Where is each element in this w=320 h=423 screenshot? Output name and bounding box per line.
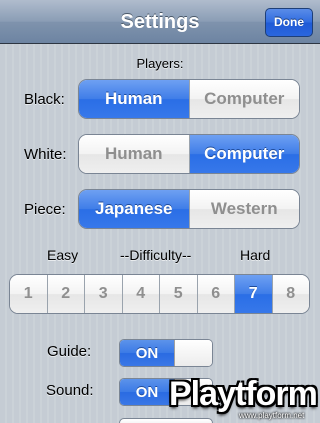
white-computer-option[interactable]: Computer — [189, 135, 299, 173]
black-human-option[interactable]: Human — [79, 80, 190, 118]
difficulty-easy-label: Easy — [47, 247, 79, 263]
difficulty-level-1[interactable]: 1 — [10, 275, 48, 313]
difficulty-level-2[interactable]: 2 — [47, 275, 85, 313]
difficulty-title-label: --Difficulty-- — [120, 247, 192, 263]
watermark-logo: Playtform www.playtform.net — [163, 375, 320, 423]
guide-toggle-state: ON — [120, 340, 174, 366]
black-player-segmented-control: Human Computer — [78, 79, 300, 119]
piece-japanese-option[interactable]: Japanese — [79, 190, 190, 228]
black-label: Black: — [24, 91, 65, 108]
players-section-label: Players: — [136, 56, 184, 71]
difficulty-level-8[interactable]: 8 — [272, 275, 309, 313]
piece-label: Piece: — [24, 201, 66, 218]
difficulty-hard-label: Hard — [240, 247, 271, 263]
white-player-segmented-control: Human Computer — [78, 134, 300, 174]
piece-segmented-control: Japanese Western — [78, 189, 300, 229]
white-label: White: — [24, 146, 67, 163]
navigation-bar: Settings Done — [0, 0, 320, 44]
done-button[interactable]: Done — [265, 8, 313, 37]
piece-western-option[interactable]: Western — [189, 190, 299, 228]
difficulty-level-6[interactable]: 6 — [197, 275, 235, 313]
difficulty-level-7[interactable]: 7 — [235, 275, 273, 313]
watermark-url: www.playtform.net — [239, 411, 305, 420]
guide-toggle[interactable]: ON — [119, 339, 213, 367]
difficulty-level-3[interactable]: 3 — [85, 275, 123, 313]
white-human-option[interactable]: Human — [79, 135, 190, 173]
difficulty-level-4[interactable]: 4 — [122, 275, 160, 313]
difficulty-level-5[interactable]: 5 — [160, 275, 198, 313]
black-computer-option[interactable]: Computer — [189, 80, 299, 118]
difficulty-segmented-control: 1 2 3 4 5 6 7 8 — [9, 274, 310, 314]
watermark-brand: Playtform — [169, 375, 318, 413]
guide-label: Guide: — [47, 343, 92, 360]
guide-toggle-knob — [174, 340, 212, 366]
sound-label: Sound: — [46, 382, 94, 399]
